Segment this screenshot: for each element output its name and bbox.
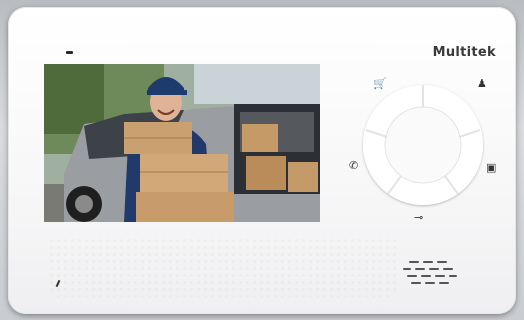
store-basket-icon[interactable]: 🛒 [373, 78, 387, 89]
status-led [66, 51, 73, 54]
camera-feed-image [44, 64, 320, 222]
speaker-grille [403, 259, 463, 289]
phone-handset-icon[interactable]: ✆ [349, 160, 358, 171]
brand-logo: Multitek [432, 45, 496, 60]
intercom-person-icon[interactable]: ♟ [477, 78, 487, 89]
video-screen [44, 64, 320, 222]
control-ring [363, 85, 483, 205]
key-door-unlock-icon[interactable]: ⊸ [414, 212, 423, 223]
surface-texture [48, 237, 398, 297]
picture-gallery-icon[interactable]: ▣ [486, 162, 496, 173]
control-pad [358, 80, 488, 210]
